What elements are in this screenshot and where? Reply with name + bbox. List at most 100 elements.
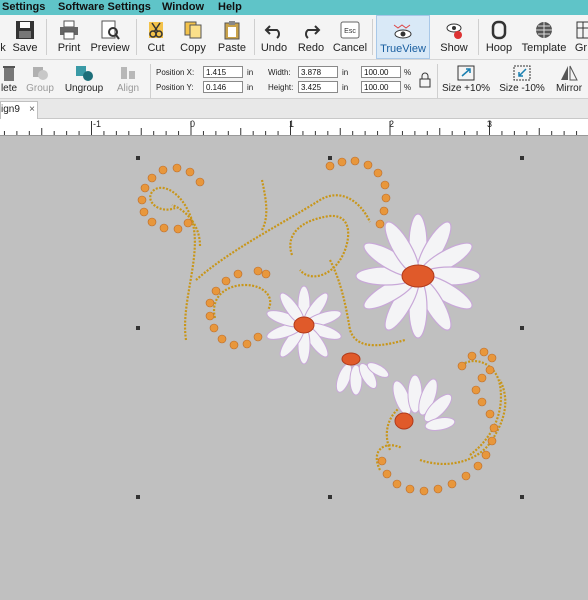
design-canvas[interactable]	[0, 136, 588, 600]
document-tab-label: ign9	[1, 104, 20, 115]
selection-handle-bottom-center[interactable]	[328, 495, 332, 499]
copy-icon	[184, 21, 202, 39]
tab-close-icon[interactable]: ×	[29, 102, 35, 118]
menu-settings[interactable]: Settings	[2, 1, 45, 13]
template-label: Template	[521, 42, 567, 54]
enlarge-icon	[457, 65, 475, 81]
delete-button[interactable]: lete	[0, 60, 18, 98]
selection-handle-bottom-right[interactable]	[520, 495, 524, 499]
menu-bar: Settings Software Settings Window Help	[0, 0, 588, 15]
position-y-unit: in	[247, 83, 254, 92]
selection-handle-top-left[interactable]	[136, 156, 140, 160]
size-plus-button[interactable]: Size +10%	[440, 60, 492, 98]
redo-label: Redo	[297, 42, 325, 54]
selection-handle-middle-right[interactable]	[520, 326, 524, 330]
esc-key-icon: Esc	[340, 21, 360, 39]
lock-ratio-icon[interactable]	[417, 72, 433, 88]
align-label: Align	[116, 83, 140, 94]
selection-handle-top-center[interactable]	[328, 156, 332, 160]
mirror-button[interactable]: Mirror	[550, 60, 588, 98]
undo-button[interactable]: Undo	[258, 15, 290, 59]
hoop-button[interactable]: Hoop	[482, 15, 516, 59]
grid-label: Gr	[574, 42, 588, 54]
scale-width-field[interactable]: 100.00	[361, 66, 401, 78]
size-minus-button[interactable]: Size -10%	[496, 60, 548, 98]
grid-button-cutoff[interactable]: Gr	[574, 15, 588, 59]
height-label: Height:	[268, 83, 294, 92]
esc-key-text: Esc	[344, 28, 356, 35]
embroidery-design[interactable]	[0, 136, 588, 600]
separator	[437, 64, 438, 100]
cancel-button[interactable]: Esc Cancel	[332, 15, 368, 59]
scale-height-field[interactable]: 100.00	[361, 81, 401, 93]
position-x-field[interactable]: 1.415	[203, 66, 243, 78]
position-y-label: Position Y:	[156, 83, 194, 92]
align-button[interactable]: Align	[110, 60, 146, 98]
selection-handle-top-right[interactable]	[520, 156, 524, 160]
separator	[136, 19, 137, 55]
selection-handle-middle-left[interactable]	[136, 326, 140, 330]
ungroup-icon	[76, 66, 93, 81]
scale-width-percent: %	[404, 68, 412, 77]
separator	[254, 19, 255, 55]
trueview-label: TrueView	[380, 43, 426, 55]
template-grid-icon	[536, 22, 552, 38]
width-field[interactable]: 3.878	[298, 66, 338, 78]
copy-button[interactable]: Copy	[174, 15, 212, 59]
cut-button[interactable]: Cut	[140, 15, 172, 59]
menu-software-settings[interactable]: Software Settings	[58, 1, 151, 13]
edit-toolbar: lete Group Ungroup Align Position X: Pos…	[0, 60, 588, 100]
size-plus-label: Size +10%	[441, 83, 491, 94]
menu-window[interactable]: Window	[162, 1, 204, 13]
cut-label: Cut	[147, 42, 165, 54]
main-toolbar: k Save Print Preview Cut Copy Paste Undo…	[0, 15, 588, 60]
save-button[interactable]: Save	[8, 15, 42, 59]
redo-button[interactable]: Redo	[294, 15, 328, 59]
paste-button[interactable]: Paste	[214, 15, 250, 59]
hoop-label: Hoop	[485, 42, 513, 54]
trash-icon	[3, 66, 15, 81]
show-button[interactable]: Show	[434, 15, 474, 59]
position-y-field[interactable]: 0.146	[203, 81, 243, 93]
mirror-icon	[561, 65, 578, 81]
copy-label: Copy	[180, 42, 206, 54]
ungroup-label: Ungroup	[64, 83, 104, 94]
preview-button[interactable]: Preview	[88, 15, 132, 59]
hoop-icon	[491, 20, 507, 40]
position-x-label: Position X:	[156, 68, 195, 77]
delete-label: lete	[0, 83, 18, 94]
floppy-disk-icon	[16, 21, 34, 39]
shrink-icon	[513, 65, 531, 81]
template-button[interactable]: Template	[518, 15, 570, 59]
preview-label: Preview	[90, 42, 130, 54]
separator	[372, 19, 373, 55]
scissors-icon	[149, 22, 163, 38]
horizontal-ruler: -1 0 1 2 3	[0, 119, 588, 136]
mirror-label: Mirror	[555, 83, 583, 94]
ruler-label: 3	[487, 119, 493, 129]
width-label: Width:	[268, 68, 291, 77]
document-tab[interactable]: ign9 ×	[0, 101, 38, 119]
ruler-label: 1	[289, 119, 295, 129]
height-field[interactable]: 3.425	[298, 81, 338, 93]
selection-handle-bottom-left[interactable]	[136, 495, 140, 499]
cancel-label: Cancel	[332, 42, 368, 54]
print-button[interactable]: Print	[52, 15, 86, 59]
scale-height-percent: %	[404, 83, 412, 92]
separator	[478, 19, 479, 55]
position-x-unit: in	[247, 68, 254, 77]
document-tab-bar: ign9 ×	[0, 99, 588, 119]
menu-help[interactable]: Help	[218, 1, 242, 13]
ruler-label: 0	[190, 119, 196, 129]
paste-label: Paste	[217, 42, 247, 54]
show-eye-icon	[446, 23, 462, 39]
ruler-label: 2	[389, 119, 395, 129]
ungroup-button[interactable]: Ungroup	[60, 60, 108, 98]
toolbar-cutoff-left: k	[0, 42, 6, 54]
save-label: Save	[12, 42, 38, 54]
ruler-label: -1	[93, 119, 102, 129]
trueview-button[interactable]: TrueView	[376, 15, 430, 59]
align-icon	[121, 67, 135, 79]
clipboard-icon	[224, 21, 240, 40]
group-button[interactable]: Group	[22, 60, 58, 98]
